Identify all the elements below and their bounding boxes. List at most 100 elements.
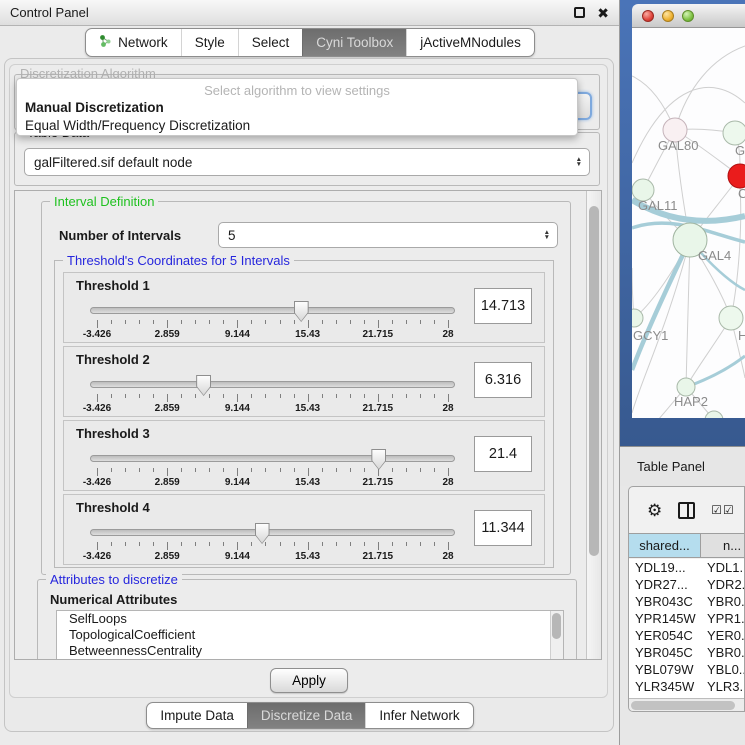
column-header-name[interactable]: n... [701, 534, 745, 557]
table-body: YDL19...YDL1...YDR27...YDR2...YBR043CYBR… [629, 559, 745, 700]
interval-definition-group-label: Interval Definition [50, 194, 158, 209]
control-panel-tabs: Network Style Select Cyni Toolbox jActiveMNo… [85, 28, 535, 57]
tab-style[interactable]: Style [181, 29, 238, 56]
threshold-label: Threshold 2 [76, 352, 150, 367]
slider-ticks [97, 468, 448, 476]
float-icon[interactable] [574, 7, 585, 18]
close-traffic-light-icon[interactable] [642, 10, 654, 22]
checkboxes-icon[interactable]: ☑☑ [711, 503, 735, 517]
number-of-intervals-combobox[interactable]: 5 ▲▼ [218, 222, 558, 248]
threshold-slider-2[interactable]: -3.4262.8599.14415.4321.71528 [90, 377, 455, 417]
cell-shared-name: YDL19... [629, 560, 701, 575]
threshold-value-field[interactable]: 14.713 [474, 288, 532, 324]
gear-icon[interactable]: ⚙ [647, 502, 662, 519]
table-row[interactable]: YER054CYER0... [629, 627, 745, 644]
slider-thumb[interactable] [196, 375, 211, 396]
table-row[interactable]: YDL19...YDL1... [629, 559, 745, 576]
control-panel-title: Control Panel [10, 5, 574, 20]
tab-select[interactable]: Select [238, 29, 303, 56]
table-horizontal-scrollbar-thumb[interactable] [631, 701, 735, 710]
table-row[interactable]: YBR043CYBR0... [629, 593, 745, 610]
slider-track[interactable] [90, 381, 455, 388]
slider-track[interactable] [90, 455, 455, 462]
slider-thumb[interactable] [255, 523, 270, 544]
slider-thumb[interactable] [294, 301, 309, 322]
table-row[interactable]: YBR045CYBR0... [629, 644, 745, 661]
attributes-scrollbar[interactable] [550, 611, 563, 659]
table-data-combobox[interactable]: galFiltered.sif default node ▲▼ [24, 148, 590, 176]
network-view-frame: GAL80GAGAL11GAL4CGCY1HHAP2 [620, 0, 745, 446]
attribute-item-betweennesscentrality[interactable]: BetweennessCentrality [57, 643, 563, 659]
tab-label: Cyni Toolbox [316, 35, 393, 50]
numerical-attributes-label: Numerical Attributes [50, 592, 177, 607]
cell-shared-name: YER054C [629, 628, 701, 643]
node-right-top [723, 121, 745, 145]
table-row[interactable]: YBL079WYBL0... [629, 661, 745, 678]
threshold-label: Threshold 3 [76, 426, 150, 441]
tab-network[interactable]: Network [86, 29, 181, 56]
tab-cyni-toolbox[interactable]: Cyni Toolbox [302, 29, 406, 56]
cell-name: YER0... [701, 628, 745, 643]
cell-shared-name: YPR145W [629, 611, 701, 626]
table-panel-window: ⚙ ☑☑ shared... n... YDL19...YDL1...YDR27… [628, 486, 745, 712]
attribute-item-topologicalcoefficient[interactable]: TopologicalCoefficient [57, 627, 563, 643]
node-label-gcy1: GCY1 [633, 328, 668, 343]
apply-button[interactable]: Apply [270, 668, 348, 693]
threshold-value-field[interactable]: 6.316 [474, 362, 532, 398]
settings-scrollbar-thumb[interactable] [589, 206, 599, 556]
control-panel: Control Panel ✖ Network Style Select Cyni T… [0, 0, 620, 745]
cell-shared-name: YBR043C [629, 594, 701, 609]
threshold-value-field[interactable]: 21.4 [474, 436, 532, 472]
slider-track[interactable] [90, 529, 455, 536]
tab-discretize-data[interactable]: Discretize Data [247, 703, 366, 728]
network-graph: GAL80GAGAL11GAL4CGCY1HHAP2 [632, 28, 745, 418]
table-panel-toolbar: ⚙ ☑☑ [629, 487, 744, 533]
attribute-item-selfloops[interactable]: SelfLoops [57, 611, 563, 627]
close-icon[interactable]: ✖ [597, 6, 609, 20]
tab-label: Network [118, 35, 168, 50]
slider-thumb[interactable] [371, 449, 386, 470]
settings-scrollpane: Interval Definition Number of Intervals … [14, 190, 602, 660]
zoom-traffic-light-icon[interactable] [682, 10, 694, 22]
bottom-tabs: Impute DataDiscretize DataInfer Network [146, 702, 473, 729]
slider-tick-labels: -3.4262.8599.14415.4321.71528 [97, 551, 448, 563]
algorithm-placeholder-option[interactable]: Select algorithm to view settings [17, 79, 577, 98]
tab-jactivemnodules[interactable]: jActiveMNodules [406, 29, 534, 56]
threshold-panel-1: Threshold 1-3.4262.8599.14415.4321.71528… [63, 272, 545, 343]
slider-track[interactable] [90, 307, 455, 314]
slider-ticks [97, 394, 448, 402]
table-panel-title: Table Panel [637, 459, 705, 474]
popup-option-manual-discretization[interactable]: Manual Discretization [17, 98, 577, 116]
attributes-scrollbar-thumb[interactable] [552, 613, 561, 639]
tab-label: Style [195, 35, 225, 50]
cell-name: YPR1... [701, 611, 745, 626]
node-h [719, 306, 743, 330]
table-row[interactable]: YLR345WYLR3... [629, 678, 745, 695]
column-header-shared-name[interactable]: shared... [629, 534, 701, 557]
numerical-attributes-list[interactable]: SelfLoopsTopologicalCoefficientBetweenne… [56, 610, 564, 660]
slider-tick-labels: -3.4262.8599.14415.4321.71528 [97, 329, 448, 341]
column-layout-icon[interactable] [678, 502, 695, 519]
table-panel-titlebar: Table Panel [620, 446, 745, 486]
tab-impute-data[interactable]: Impute Data [147, 703, 247, 728]
threshold-value-field[interactable]: 11.344 [474, 510, 532, 546]
thresholds-group: Threshold's Coordinates for 5 Intervals … [54, 260, 554, 568]
network-canvas[interactable]: GAL80GAGAL11GAL4CGCY1HHAP2 [632, 28, 745, 418]
popup-option-equal-width-frequency-discretization[interactable]: Equal Width/Frequency Discretization [17, 116, 577, 134]
threshold-slider-1[interactable]: -3.4262.8599.14415.4321.71528 [90, 303, 455, 343]
table-row[interactable]: YPR145WYPR1... [629, 610, 745, 627]
combo-arrows-icon: ▲▼ [576, 157, 582, 167]
cell-name: YLR3... [701, 679, 745, 694]
minimize-traffic-light-icon[interactable] [662, 10, 674, 22]
node-label-gal11: GAL11 [638, 198, 678, 213]
threshold-stack: Threshold 1-3.4262.8599.14415.4321.71528… [63, 272, 545, 565]
tab-label: jActiveMNodules [420, 35, 521, 50]
table-horizontal-scrollbar[interactable] [629, 698, 744, 711]
threshold-slider-3[interactable]: -3.4262.8599.14415.4321.71528 [90, 451, 455, 491]
tab-infer-network[interactable]: Infer Network [365, 703, 472, 728]
settings-scrollbar[interactable] [586, 191, 601, 659]
network-window-titlebar[interactable] [632, 4, 745, 28]
threshold-slider-4[interactable]: -3.4262.8599.14415.4321.71528 [90, 525, 455, 565]
table-row[interactable]: YDR27...YDR2... [629, 576, 745, 593]
threshold-panel-2: Threshold 2 -3.4262.8599.14415.4321.71528… [63, 346, 545, 417]
